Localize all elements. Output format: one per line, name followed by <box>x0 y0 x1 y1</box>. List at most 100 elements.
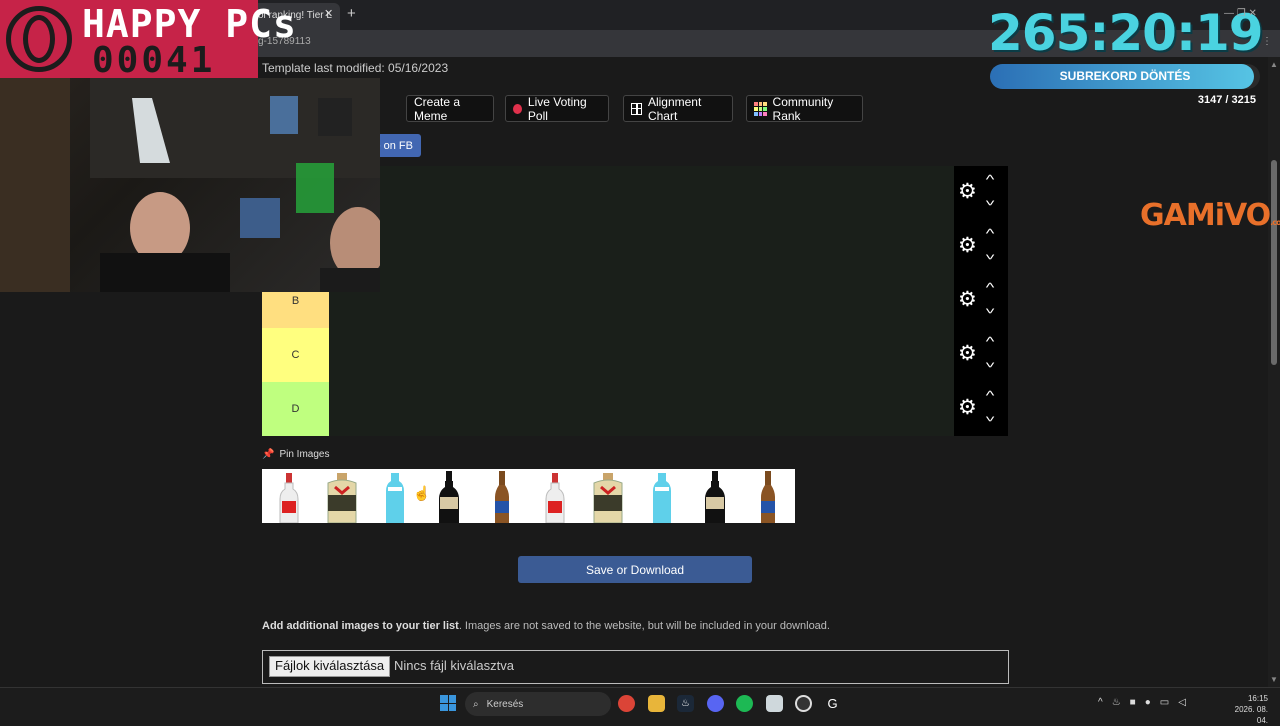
scrollbar-thumb[interactable] <box>1271 160 1277 365</box>
sub-goal-label: SUBREKORD DÖNTÉS <box>1059 69 1191 83</box>
create-meme-button[interactable]: Create a Meme <box>406 94 494 123</box>
save-or-download-button[interactable]: Save or Download <box>518 556 752 583</box>
add-images-info: Add additional images to your tier list.… <box>262 620 830 632</box>
sponsor-name: GAMiVO <box>1140 198 1271 233</box>
gear-icon[interactable]: ⚙ <box>958 181 977 202</box>
alignment-chart-button[interactable]: Alignment Chart <box>623 94 733 123</box>
move-down-icon[interactable]: ^ <box>986 355 995 370</box>
tier-label[interactable]: C <box>262 328 329 382</box>
gear-icon[interactable]: ⚙ <box>958 343 977 364</box>
browser-menu-icon[interactable]: ⋮ <box>1262 36 1272 47</box>
alignment-chart-label: Alignment Chart <box>647 94 702 123</box>
create-meme-label: Create a Meme <box>414 94 461 123</box>
tier-drop-zone[interactable] <box>329 220 954 274</box>
webcam-scene <box>0 78 380 292</box>
move-up-icon[interactable]: ^ <box>986 280 995 295</box>
file-explorer-icon[interactable] <box>648 695 665 712</box>
logitech-icon[interactable]: G <box>824 695 841 712</box>
opera-logo-inner <box>23 15 55 63</box>
tier-row: D ⚙ ^ ^ <box>262 382 1008 436</box>
taskbar-clock[interactable]: 16:15 2026. 08. 04. <box>1222 693 1268 726</box>
windows-start-icon[interactable] <box>440 695 456 711</box>
move-up-icon[interactable]: ^ <box>986 226 995 241</box>
brand-counter: 00041 <box>92 40 216 81</box>
no-file-chosen-text: Nincs fájl kiválasztva <box>394 658 514 673</box>
window-controls[interactable]: — ❐ ✕ <box>1224 8 1257 19</box>
blue-liqueur-bottle-image[interactable] <box>635 469 688 523</box>
sponsor-suffix: .com <box>1270 218 1280 227</box>
windows-taskbar <box>0 687 1280 720</box>
pin-images-toggle[interactable]: 📌 Pin Images <box>262 449 329 460</box>
notepad-icon[interactable] <box>766 695 783 712</box>
tier-controls: ⚙ ^ ^ <box>954 382 1008 436</box>
clock-date: 2026. 08. 04. <box>1234 705 1268 725</box>
network-icon[interactable]: ▭ <box>1160 697 1169 708</box>
tab-close-icon[interactable]: ✕ <box>324 7 333 20</box>
scrollbar[interactable] <box>1268 57 1280 687</box>
tray-discord-icon[interactable]: ● <box>1145 697 1151 708</box>
cream-liqueur-bottle-image[interactable] <box>582 469 635 523</box>
bud-light-bottle-image[interactable] <box>475 469 528 523</box>
tier-drop-zone[interactable] <box>329 382 954 436</box>
tray-folder-icon[interactable]: ■ <box>1130 697 1136 708</box>
search-icon: ⌕ <box>473 698 479 710</box>
chrome-icon[interactable] <box>618 695 635 712</box>
spotify-icon[interactable] <box>736 695 753 712</box>
search-label: Keresés <box>486 698 524 710</box>
baileys-bottle-image[interactable] <box>688 469 741 523</box>
steelseries-icon[interactable] <box>795 695 812 712</box>
add-info-bold: Add additional images to your tier list <box>262 620 459 632</box>
tier-row: C ⚙ ^ ^ <box>262 328 1008 382</box>
vodka-bottle-image[interactable] <box>528 469 581 523</box>
community-rank-button[interactable]: Community Rank <box>746 94 863 123</box>
live-voting-label: Live Voting Poll <box>527 94 587 123</box>
choose-files-button[interactable]: Fájlok kiválasztása <box>269 656 391 677</box>
gear-icon[interactable]: ⚙ <box>958 397 977 418</box>
move-down-icon[interactable]: ^ <box>986 247 995 262</box>
tier-drop-zone[interactable] <box>329 166 954 220</box>
community-rank-label: Community Rank <box>772 94 834 123</box>
tier-label[interactable]: D <box>262 382 329 436</box>
tier-controls: ⚙ ^ ^ <box>954 220 1008 274</box>
move-down-icon[interactable]: ^ <box>986 409 995 424</box>
add-info-rest: . Images are not saved to the website, b… <box>458 620 830 632</box>
volume-icon[interactable]: ◁ <box>1178 697 1186 708</box>
sub-goal-count: 3147 / 3215 <box>1197 94 1256 106</box>
sponsor-logo: GAMiVO.com <box>1140 198 1280 233</box>
scroll-up-icon[interactable]: ▲ <box>1270 60 1278 69</box>
clock-time: 16:15 <box>1247 694 1268 703</box>
discord-icon[interactable] <box>707 695 724 712</box>
tier-controls: ⚙ ^ ^ <box>954 274 1008 328</box>
move-up-icon[interactable]: ^ <box>986 334 995 349</box>
bud-light-bottle-image[interactable] <box>742 469 795 523</box>
chevron-up-icon[interactable]: ^ <box>1098 697 1103 708</box>
tier-controls: ⚙ ^ ^ <box>954 328 1008 382</box>
tier-controls: ⚙ ^ ^ <box>954 166 1008 220</box>
tray-steam-icon[interactable]: ♨ <box>1112 697 1121 708</box>
system-tray[interactable]: ^ ♨ ■ ● ▭ ◁ <box>1098 697 1186 708</box>
grid-icon <box>631 102 642 115</box>
vodka-bottle-image[interactable] <box>262 469 315 523</box>
tier-colors-icon <box>754 101 767 116</box>
template-modified-text: Template last modified: 05/16/2023 <box>262 61 449 75</box>
unranked-images-bank <box>262 469 795 523</box>
move-up-icon[interactable]: ^ <box>986 388 995 403</box>
scroll-down-icon[interactable]: ▼ <box>1270 675 1278 684</box>
tier-drop-zone[interactable] <box>329 328 954 382</box>
move-down-icon[interactable]: ^ <box>986 193 995 208</box>
tier-drop-zone[interactable] <box>329 274 954 328</box>
steam-icon[interactable]: ♨ <box>677 695 694 712</box>
subathon-timer: 265:20:19 <box>988 4 1264 62</box>
cream-liqueur-bottle-image[interactable] <box>315 469 368 523</box>
gear-icon[interactable]: ⚙ <box>958 235 977 256</box>
taskbar-search[interactable]: ⌕ Keresés <box>465 692 611 716</box>
pin-images-label: Pin Images <box>279 449 330 460</box>
hand-cursor-icon: ☝ <box>413 485 431 501</box>
new-tab-button[interactable]: + <box>347 5 356 22</box>
gear-icon[interactable]: ⚙ <box>958 289 977 310</box>
move-up-icon[interactable]: ^ <box>986 172 995 187</box>
webcam-feed <box>0 78 380 292</box>
move-down-icon[interactable]: ^ <box>986 301 995 316</box>
record-dot-icon <box>513 103 522 114</box>
live-voting-poll-button[interactable]: Live Voting Poll <box>505 94 609 123</box>
